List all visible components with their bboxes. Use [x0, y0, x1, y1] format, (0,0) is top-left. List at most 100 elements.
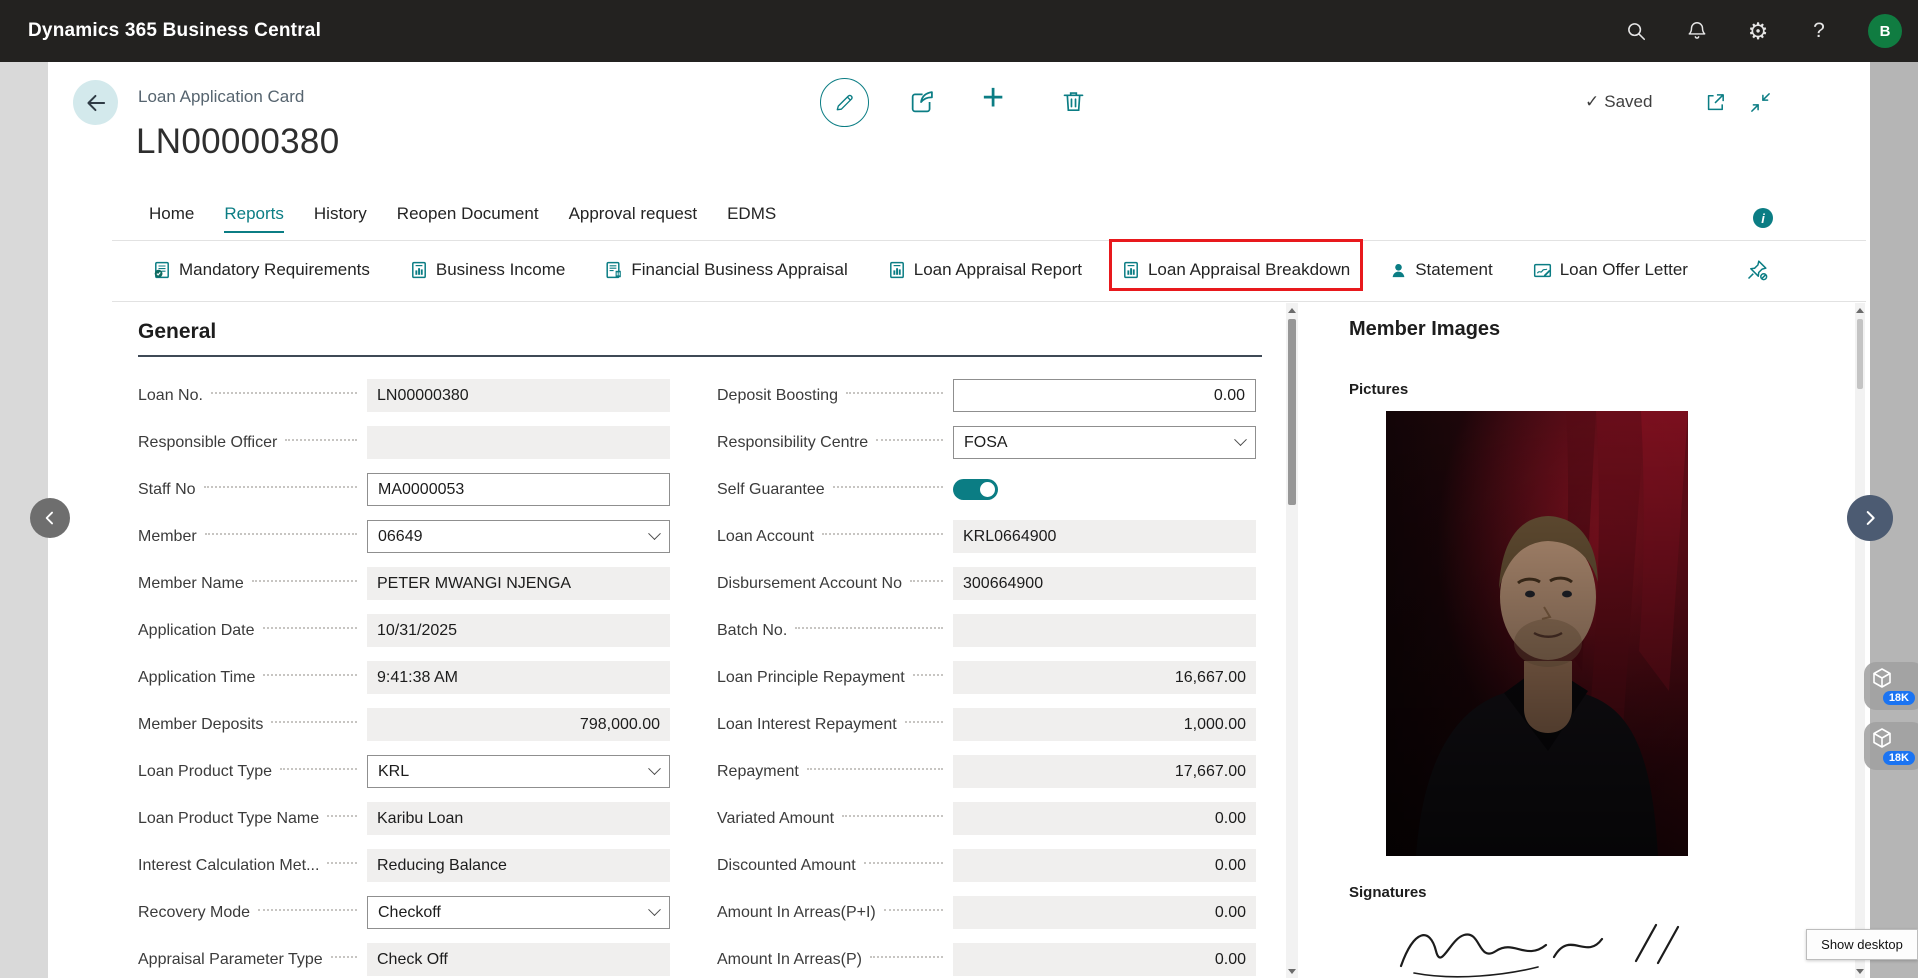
- back-button[interactable]: [73, 80, 118, 125]
- appraisal-parameter-type-value: Check Off: [367, 943, 670, 976]
- popout-icon: [1707, 94, 1724, 111]
- loan-account-value: KRL0664900: [953, 520, 1256, 553]
- select-value: FOSA: [964, 433, 1008, 451]
- action-mandatory-requirements[interactable]: Mandatory Requirements: [153, 260, 370, 280]
- dotted-leader: [904, 720, 943, 723]
- tab-reopen-document[interactable]: Reopen Document: [397, 204, 539, 231]
- unpin-icon[interactable]: [1745, 258, 1769, 287]
- report-icon: [1122, 261, 1140, 279]
- action-label: Statement: [1415, 260, 1493, 279]
- badge-count: 18K: [1882, 751, 1915, 765]
- notifications-bell-icon[interactable]: [1685, 19, 1709, 43]
- open-in-window-button[interactable]: [1704, 91, 1727, 119]
- field-row-loan-product-type-name: Loan Product Type Name Karibu Loan: [138, 802, 670, 835]
- delete-button[interactable]: [1060, 88, 1087, 120]
- person-icon: [1390, 262, 1407, 279]
- next-record-button[interactable]: [1847, 495, 1893, 541]
- loan-product-type-select[interactable]: KRL: [367, 755, 670, 788]
- recovery-mode-select[interactable]: Checkoff: [367, 896, 670, 929]
- member-select[interactable]: 06649: [367, 520, 670, 553]
- action-loan-offer-letter[interactable]: Loan Offer Letter: [1533, 260, 1688, 280]
- field-row-loan-account: Loan Account KRL0664900: [717, 520, 1256, 553]
- factbox-scrollbar[interactable]: [1855, 303, 1865, 978]
- chevron-left-icon: [45, 511, 53, 525]
- show-desktop-tooltip: Show desktop: [1806, 929, 1918, 960]
- field-row-discounted-amount: Discounted Amount 0.00: [717, 849, 1256, 882]
- field-row-recovery-mode: Recovery Mode Checkoff: [138, 896, 670, 929]
- action-financial-business-appraisal[interactable]: Financial Business Appraisal: [605, 260, 848, 280]
- floating-badge[interactable]: 18K: [1864, 722, 1918, 770]
- letter-icon: [1533, 261, 1552, 280]
- select-value: 06649: [378, 527, 423, 545]
- field-row-member-name: Member Name PETER MWANGI NJENGA: [138, 567, 670, 600]
- report-icon: [410, 261, 428, 279]
- batch-no-value: [953, 614, 1256, 647]
- action-loan-appraisal-breakdown[interactable]: Loan Appraisal Breakdown: [1108, 239, 1364, 291]
- search-icon[interactable]: [1624, 19, 1648, 43]
- loan-no-value: LN00000380: [367, 379, 670, 412]
- share-button[interactable]: [908, 88, 936, 121]
- scroll-up-icon[interactable]: [1855, 303, 1865, 317]
- new-document-button[interactable]: +: [982, 74, 1004, 122]
- info-icon[interactable]: i: [1753, 208, 1773, 228]
- edit-button[interactable]: [820, 78, 869, 127]
- collapse-button[interactable]: [1749, 91, 1772, 119]
- factbox-scrollbar-thumb[interactable]: [1857, 319, 1863, 389]
- field-label: Repayment: [717, 762, 799, 780]
- field-row-deposit-boosting: Deposit Boosting: [717, 379, 1256, 412]
- form-column-right: Deposit Boosting Responsibility Centre FOS…: [717, 379, 1256, 978]
- field-row-loan-interest-repayment: Loan Interest Repayment 1,000.00: [717, 708, 1256, 741]
- scroll-up-icon[interactable]: [1286, 303, 1298, 317]
- tab-edms[interactable]: EDMS: [727, 204, 776, 231]
- main-scrollbar-thumb[interactable]: [1288, 319, 1296, 505]
- field-label: Appraisal Parameter Type: [138, 950, 323, 968]
- check-icon: ✓: [1585, 92, 1600, 111]
- field-label: Application Date: [138, 621, 255, 639]
- action-loan-appraisal-report[interactable]: Loan Appraisal Report: [888, 260, 1082, 280]
- tab-home[interactable]: Home: [149, 204, 194, 231]
- field-label: Member Deposits: [138, 715, 264, 733]
- badge-count: 18K: [1882, 691, 1915, 705]
- dotted-leader: [821, 532, 943, 535]
- staff-no-input[interactable]: [367, 473, 670, 506]
- loan-principle-repayment-value: 16,667.00: [953, 661, 1256, 694]
- field-row-application-date: Application Date 10/31/2025: [138, 614, 670, 647]
- tab-approval-request[interactable]: Approval request: [569, 204, 698, 231]
- settings-gear-icon[interactable]: ⚙: [1746, 19, 1770, 43]
- menu-tab-bar: Home Reports History Reopen Document Approva…: [149, 204, 776, 238]
- action-statement[interactable]: Statement: [1390, 260, 1493, 280]
- deposit-boosting-input[interactable]: [953, 379, 1256, 412]
- field-row-loan-no: Loan No. LN00000380: [138, 379, 670, 412]
- field-label: Discounted Amount: [717, 856, 856, 874]
- tabs-divider: [112, 240, 1866, 241]
- application-date-value: 10/31/2025: [367, 614, 670, 647]
- dotted-leader: [262, 626, 357, 629]
- self-guarantee-toggle[interactable]: [953, 479, 998, 500]
- field-label: Interest Calculation Met...: [138, 856, 320, 874]
- amount-in-arreas-p-i-value: 0.00: [953, 896, 1256, 929]
- field-row-amount-in-arreas-p-i: Amount In Arreas(P+I) 0.00: [717, 896, 1256, 929]
- field-row-member: Member 06649: [138, 520, 670, 553]
- previous-record-button[interactable]: [30, 498, 70, 538]
- tab-history[interactable]: History: [314, 204, 367, 231]
- app-title: Dynamics 365 Business Central: [28, 20, 322, 41]
- pencil-icon: [836, 94, 853, 111]
- field-row-interest-calculation-met: Interest Calculation Met... Reducing Bala…: [138, 849, 670, 882]
- dotted-leader: [845, 391, 943, 394]
- responsibility-centre-select[interactable]: FOSA: [953, 426, 1256, 459]
- action-business-income[interactable]: Business Income: [410, 260, 565, 280]
- dotted-leader: [258, 908, 357, 911]
- field-row-variated-amount: Variated Amount 0.00: [717, 802, 1256, 835]
- help-icon[interactable]: ?: [1807, 19, 1831, 43]
- scroll-down-icon[interactable]: [1286, 964, 1298, 978]
- scroll-down-icon[interactable]: [1855, 964, 1865, 978]
- action-label: Financial Business Appraisal: [631, 260, 848, 279]
- field-label: Self Guarantee: [717, 480, 825, 498]
- field-row-disbursement-account-no: Disbursement Account No 300664900: [717, 567, 1256, 600]
- user-avatar[interactable]: B: [1868, 14, 1902, 48]
- tab-reports[interactable]: Reports: [224, 204, 284, 233]
- main-scrollbar[interactable]: [1286, 303, 1298, 978]
- topbar-actions: ⚙ ? B: [1624, 0, 1902, 62]
- field-label: Loan No.: [138, 386, 203, 404]
- floating-badge[interactable]: 18K: [1864, 662, 1918, 710]
